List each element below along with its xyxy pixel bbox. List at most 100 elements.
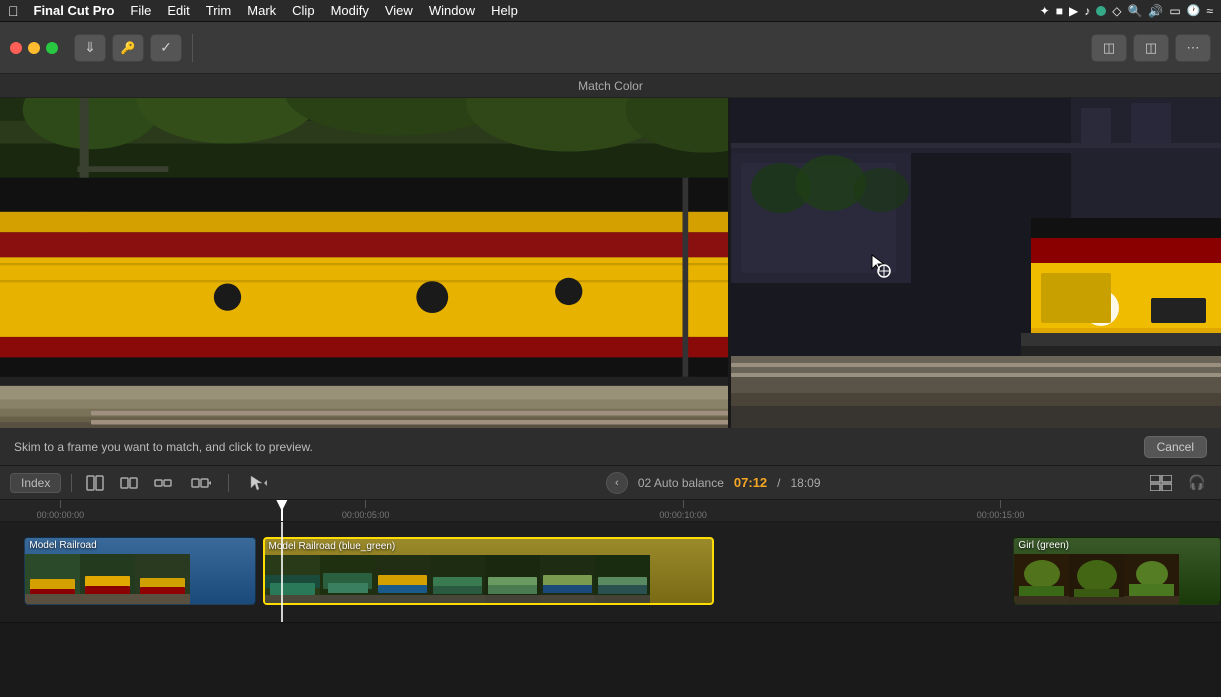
- track-empty-area: [0, 522, 1221, 532]
- status-dot-icon: [1096, 6, 1106, 16]
- arrow-tool-button[interactable]: [239, 472, 279, 494]
- ruler-tick-0: 00:00:00:00: [37, 500, 85, 522]
- menu-item-file[interactable]: File: [123, 0, 158, 21]
- ruler-tick-3: 00:00:15:00: [977, 500, 1025, 522]
- clip-thumb-9: [540, 555, 595, 605]
- layout-view-icon: [1150, 475, 1172, 491]
- menu-item-help[interactable]: Help: [484, 0, 525, 21]
- clip-model-railroad-blue-green[interactable]: Model Railroad (blue_green): [263, 537, 715, 605]
- close-button[interactable]: [10, 42, 22, 54]
- airplay-icon[interactable]: ▭: [1169, 4, 1180, 18]
- toolbar-divider: [192, 34, 193, 62]
- preview-area: [0, 98, 1221, 428]
- timeline-ruler[interactable]: 00:00:00:00 00:00:05:00 00:00:10:00 00:0…: [0, 500, 1221, 522]
- menubar-right-icons: ✦ ■ ▶ ♪ ◇ 🔍 🔊 ▭ 🕐 ≈: [1040, 4, 1213, 18]
- clip-thumb-4: [265, 555, 320, 605]
- layout-toggle-icon: ◫: [1145, 40, 1157, 56]
- layout-toggle-button[interactable]: ◫: [1133, 34, 1169, 62]
- toolbar-separator-1: [71, 474, 72, 492]
- clip-appearance-3-button[interactable]: [150, 472, 176, 494]
- music-icon[interactable]: ♪: [1084, 4, 1090, 18]
- arrow-tool-icon: [248, 474, 270, 492]
- clip-thumb-13: [1124, 554, 1179, 605]
- more-options-button[interactable]: ⋯: [1175, 34, 1211, 62]
- clip-label: Model Railroad (blue_green): [269, 541, 396, 552]
- menu-item-appname[interactable]: Final Cut Pro: [27, 0, 122, 21]
- clip-thumb-10: [595, 555, 650, 605]
- index-button[interactable]: Index: [10, 473, 61, 493]
- match-color-bar: Match Color: [0, 74, 1221, 98]
- skim-bar: Skim to a frame you want to match, and c…: [0, 428, 1221, 466]
- menu-item-clip[interactable]: Clip: [285, 0, 321, 21]
- ruler-label: 00:00:00:00: [37, 510, 85, 520]
- clip-thumb-6: [375, 555, 430, 605]
- play-icon[interactable]: ▶: [1069, 4, 1078, 18]
- toolbar-separator-2: [228, 474, 229, 492]
- clip-thumb-7: [430, 555, 485, 605]
- right-preview-video: [731, 98, 1221, 428]
- track-row-main: Model Railroad: [0, 532, 1221, 622]
- menu-item-trim[interactable]: Trim: [199, 0, 239, 21]
- clip-thumb-12: [1069, 554, 1124, 605]
- menu-item-window[interactable]: Window: [422, 0, 482, 21]
- menu-item-mark[interactable]: Mark: [240, 0, 283, 21]
- menu-item-modify[interactable]: Modify: [324, 0, 376, 21]
- search-icon[interactable]: 🔍: [1127, 4, 1142, 18]
- apple-menu-icon[interactable]: : [8, 3, 19, 19]
- clip-girl-green[interactable]: Girl (green): [1013, 537, 1221, 605]
- clip-thumb-1: [25, 554, 80, 605]
- clip-model-railroad[interactable]: Model Railroad: [24, 537, 256, 605]
- password-icon[interactable]: ■: [1056, 4, 1063, 18]
- timecode-total: 18:09: [791, 476, 821, 490]
- timecode-current: 07:12: [734, 475, 767, 490]
- headphones-icon: 🎧: [1188, 474, 1205, 491]
- layout-view-button[interactable]: [1147, 472, 1175, 494]
- clip-appearance-2-icon: [120, 475, 138, 491]
- volume-icon[interactable]: 🔊: [1148, 4, 1163, 18]
- ruler-tick-1: 00:00:05:00: [342, 500, 390, 522]
- menu-item-edit[interactable]: Edit: [160, 0, 196, 21]
- ruler-label: 00:00:05:00: [342, 510, 390, 520]
- ruler-label: 00:00:15:00: [977, 510, 1025, 520]
- audio-button[interactable]: 🎧: [1183, 472, 1211, 494]
- playhead[interactable]: [281, 500, 283, 521]
- cursor-overlay: [868, 253, 888, 273]
- preview-right[interactable]: [731, 98, 1221, 428]
- maximize-button[interactable]: [46, 42, 58, 54]
- preview-left[interactable]: [0, 98, 731, 428]
- prev-nav-button[interactable]: ‹: [606, 472, 628, 494]
- toolbar-right: ◫ ◫ ⋯: [1091, 34, 1211, 62]
- dropbox-icon[interactable]: ✦: [1040, 4, 1050, 18]
- ruler-line: [365, 500, 366, 508]
- menubar:  Final Cut Pro File Edit Trim Mark Clip…: [0, 0, 1221, 22]
- viewer-layout-button[interactable]: ◫: [1091, 34, 1127, 62]
- key-button[interactable]: 🔑: [112, 34, 144, 62]
- ruler-line: [1000, 500, 1001, 508]
- ruler-tick-2: 00:00:10:00: [659, 500, 707, 522]
- toolbar: ⇓ 🔑 ✓ ◫ ◫ ⋯: [0, 22, 1221, 74]
- timeline-bottom: [0, 622, 1221, 640]
- check-button[interactable]: ✓: [150, 34, 182, 62]
- clip-thumb-2: [80, 554, 135, 605]
- clip-appearance-3-icon: [154, 475, 172, 491]
- ruler-line: [60, 500, 61, 508]
- left-preview-video: [0, 98, 728, 428]
- timeline-tracks: Model Railroad: [0, 522, 1221, 622]
- cancel-button[interactable]: Cancel: [1144, 436, 1207, 458]
- playhead-handle[interactable]: [276, 500, 288, 511]
- clip-appearance-1-button[interactable]: [82, 472, 108, 494]
- traffic-lights: [10, 42, 58, 54]
- clip-appearance-4-button[interactable]: [184, 472, 218, 494]
- clip-appearance-2-button[interactable]: [116, 472, 142, 494]
- camera-icon[interactable]: ◇: [1112, 4, 1121, 18]
- key-icon: 🔑: [121, 41, 136, 55]
- timeline-toolbar: Index ‹: [0, 466, 1221, 500]
- import-icon: ⇓: [84, 39, 96, 56]
- minimize-button[interactable]: [28, 42, 40, 54]
- timecode-separator: /: [777, 476, 780, 490]
- menu-item-view[interactable]: View: [378, 0, 420, 21]
- balance-label: 02 Auto balance: [638, 476, 724, 490]
- import-button[interactable]: ⇓: [74, 34, 106, 62]
- skim-instruction: Skim to a frame you want to match, and c…: [14, 440, 313, 454]
- ruler-label: 00:00:10:00: [659, 510, 707, 520]
